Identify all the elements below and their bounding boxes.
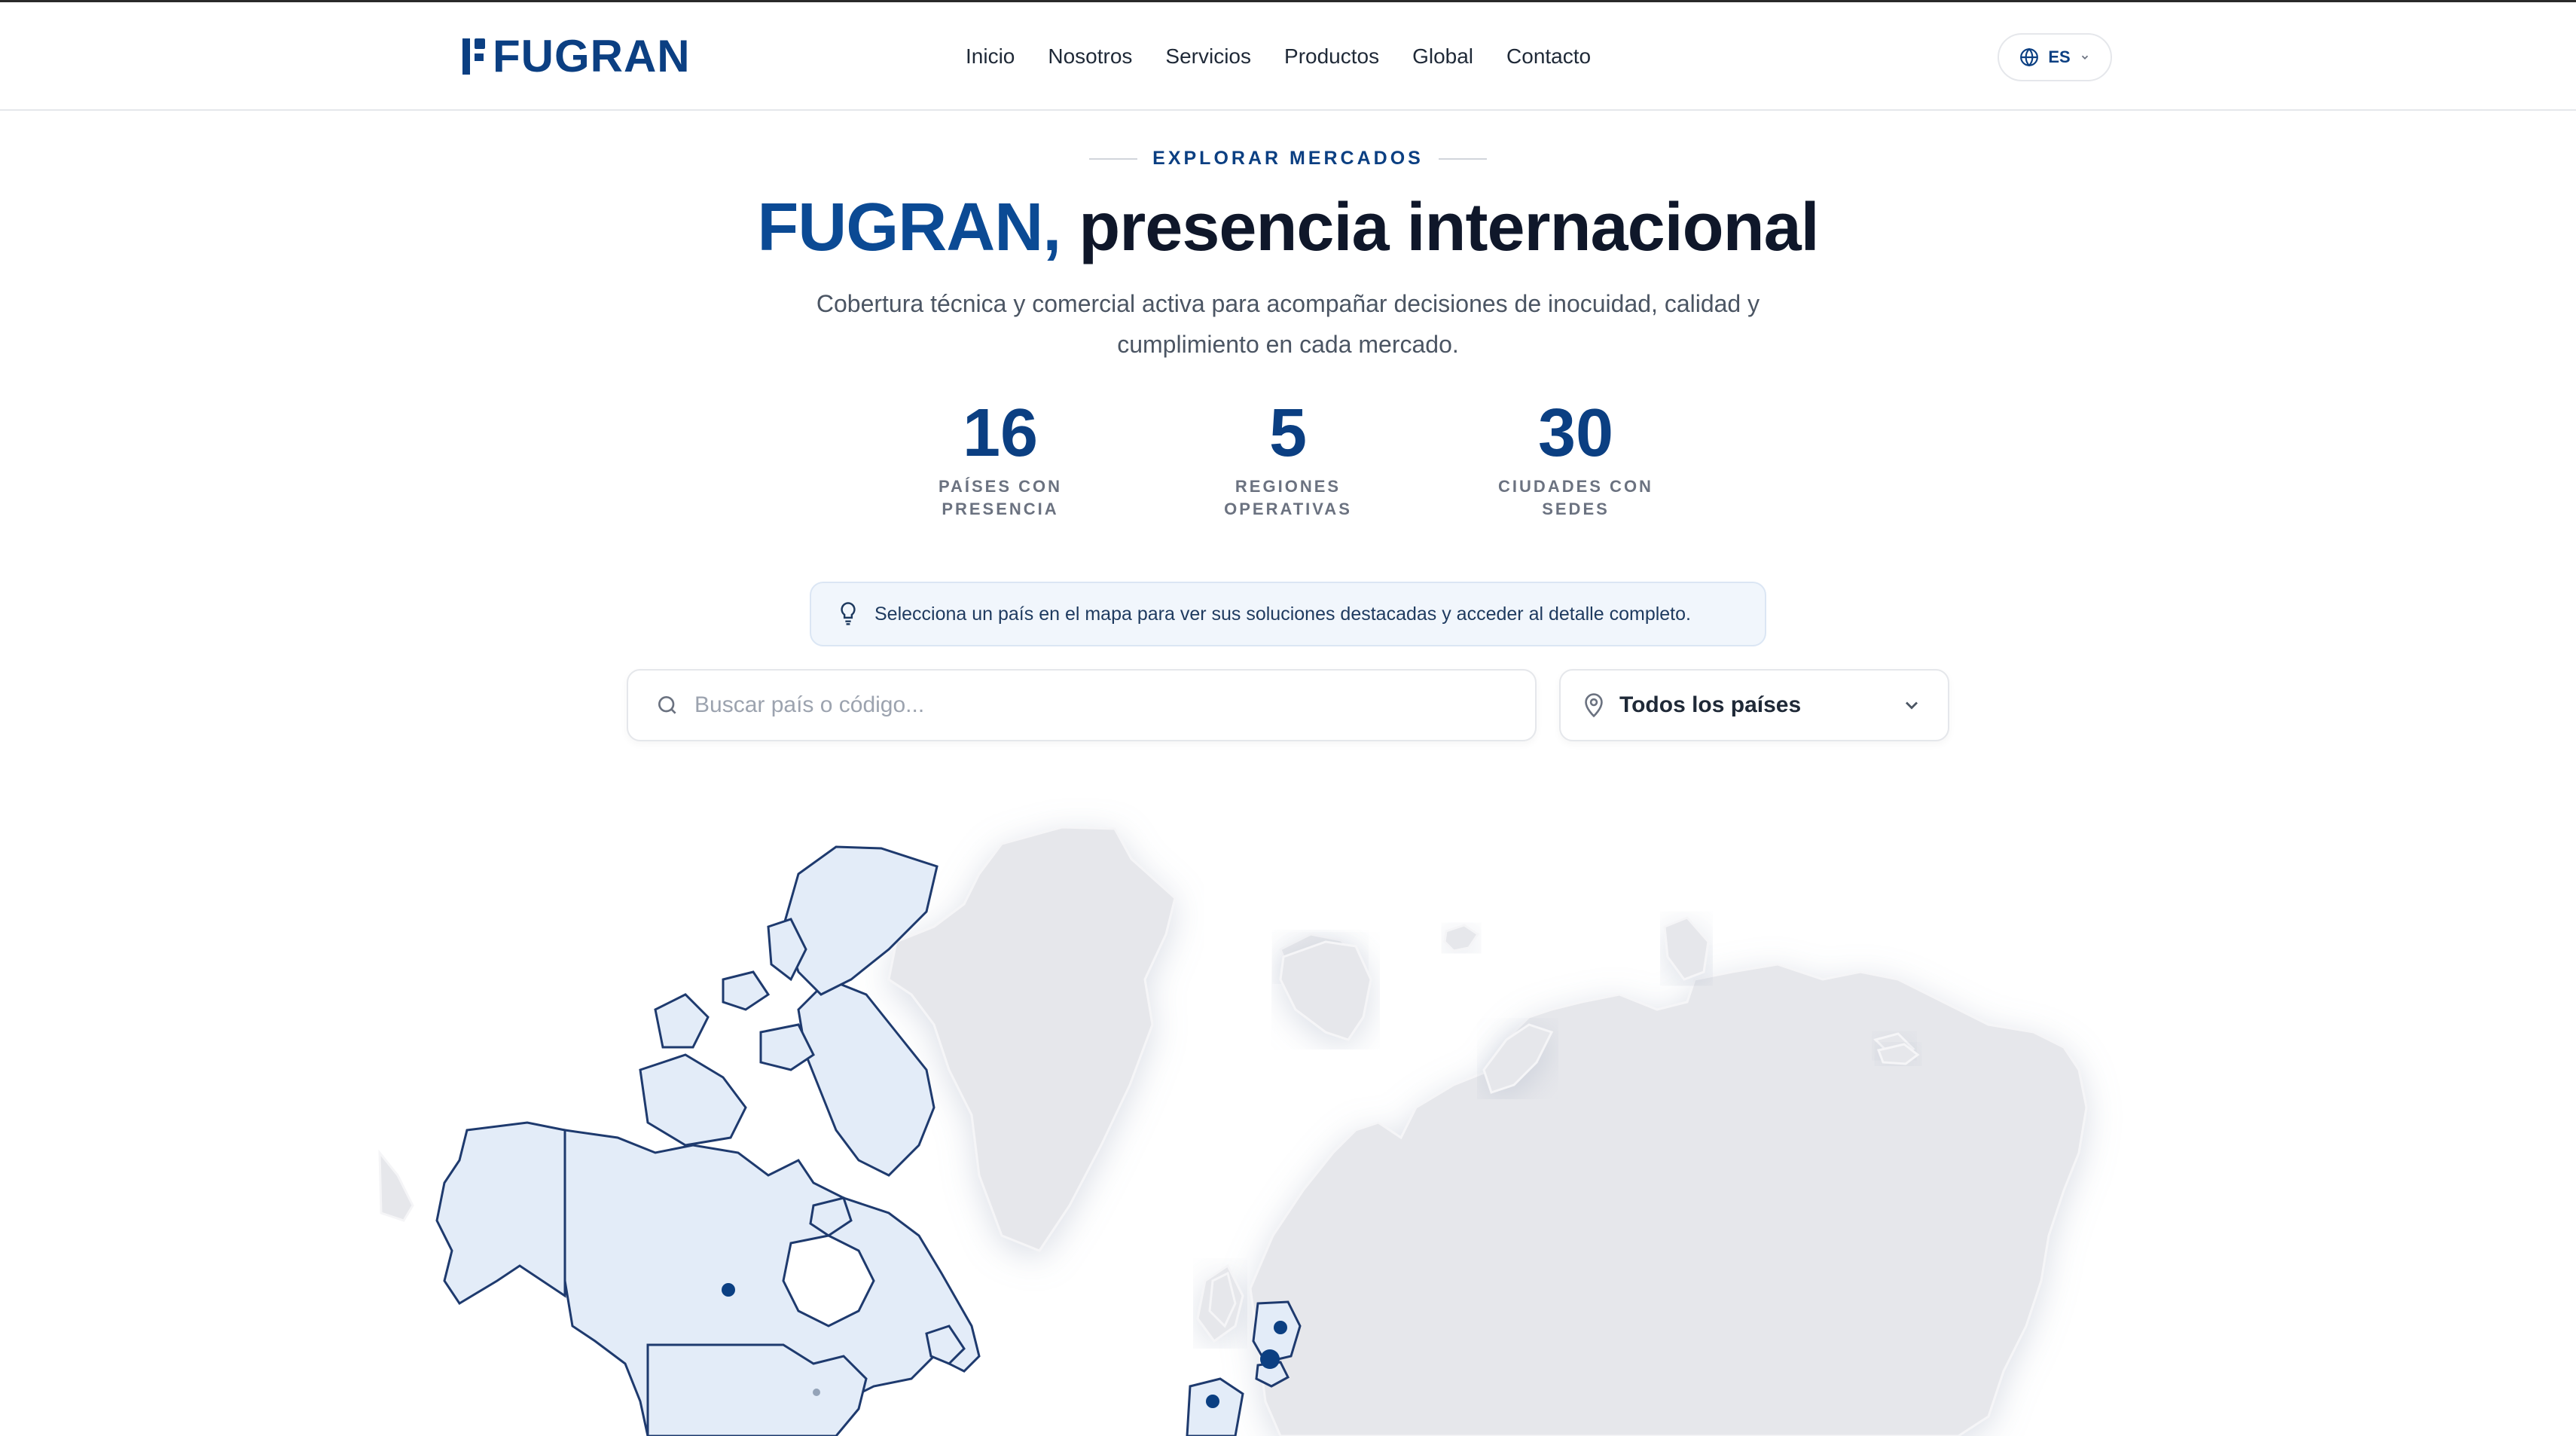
country-victoria-island[interactable] <box>639 1053 747 1147</box>
country-banks-island[interactable] <box>654 993 710 1049</box>
language-code: ES <box>2048 47 2071 66</box>
nav-nosotros[interactable]: Nosotros <box>1048 41 1132 72</box>
stat-value: 30 <box>1537 396 1614 471</box>
stat-label-line2: SEDES <box>1542 500 1610 518</box>
stat-value: 5 <box>1268 396 1308 471</box>
lightbulb-icon <box>841 602 856 625</box>
location-marker-usa[interactable] <box>813 1389 820 1396</box>
chevron-down-icon <box>1906 701 1918 710</box>
stat-cities: 30 CIUDADES CON SEDES <box>1463 392 1689 520</box>
title-brand: FUGRAN, <box>757 190 1061 265</box>
country-baffin-island[interactable] <box>797 978 935 1177</box>
globe-icon <box>2020 47 2039 67</box>
chevron-down-icon <box>2081 55 2088 60</box>
country-severnaya-zemlya[interactable] <box>1663 916 1710 981</box>
stat-regions: 5 REGIONES OPERATIVAS <box>1175 392 1401 520</box>
country-alaska-west[interactable] <box>378 1149 414 1222</box>
location-marker-germany[interactable] <box>1274 1321 1287 1334</box>
nav-productos[interactable]: Productos <box>1284 41 1379 72</box>
page-subtitle: Cobertura técnica y comercial activa par… <box>816 290 1760 358</box>
logo[interactable]: FUGRAN <box>462 34 691 79</box>
main-nav: Inicio Nosotros Servicios Productos Glob… <box>966 41 1591 72</box>
country-svalbard[interactable] <box>1443 924 1480 952</box>
eyebrow-divider-right <box>1438 157 1487 160</box>
logo-mark-icon <box>462 35 488 78</box>
logo-text: FUGRAN <box>493 31 691 81</box>
eyebrow-text: EXPLORAR MERCADOS <box>1152 148 1424 169</box>
page-title: FUGRAN, presencia internacional <box>0 182 2576 273</box>
stat-countries: 16 PAÍSES CON PRESENCIA <box>887 392 1113 520</box>
stat-value: 16 <box>962 396 1039 471</box>
stat-label-line1: REGIONES <box>1235 477 1341 496</box>
country-eurasia[interactable] <box>1249 963 2088 1436</box>
location-marker-canada[interactable] <box>722 1283 735 1297</box>
country-melville-island[interactable] <box>722 970 771 1011</box>
language-selector[interactable]: ES <box>1998 33 2112 81</box>
map-pin-icon <box>1585 693 1603 718</box>
search-icon <box>658 696 676 714</box>
stat-label-line2: OPERATIVAS <box>1224 500 1352 518</box>
stats-row: 16 PAÍSES CON PRESENCIA 5 REGIONES OPERA… <box>887 392 1689 520</box>
nav-servicios[interactable]: Servicios <box>1165 41 1251 72</box>
stat-label-line1: PAÍSES CON <box>938 477 1063 496</box>
country-select-value: Todos los países <box>1619 692 1802 717</box>
map-hint-banner: Selecciona un país en el mapa para ver s… <box>810 582 1766 646</box>
search-input[interactable] <box>694 692 1448 718</box>
hint-text: Selecciona un país en el mapa para ver s… <box>874 603 1691 625</box>
nav-inicio[interactable]: Inicio <box>966 41 1015 72</box>
country-alaska[interactable] <box>435 1121 566 1306</box>
title-rest: presencia internacional <box>1061 190 1819 265</box>
country-usa[interactable] <box>646 1343 868 1436</box>
eyebrow-divider-left <box>1089 157 1138 160</box>
stat-label-line2: PRESENCIA <box>942 500 1059 518</box>
country-select[interactable]: Todos los países <box>1559 669 1949 741</box>
nav-contacto[interactable]: Contacto <box>1506 41 1591 72</box>
location-marker-spain[interactable] <box>1206 1395 1219 1408</box>
site-header: FUGRAN Inicio Nosotros Servicios Product… <box>0 2 2576 111</box>
location-marker-switzerland[interactable] <box>1260 1349 1280 1369</box>
stat-label-line1: CIUDADES CON <box>1498 477 1653 496</box>
section-eyebrow: EXPLORAR MERCADOS <box>0 148 2576 170</box>
nav-global[interactable]: Global <box>1412 41 1473 72</box>
world-map[interactable] <box>0 784 2576 1436</box>
country-search[interactable] <box>627 669 1537 741</box>
country-scandinavia[interactable] <box>1279 940 1372 1041</box>
